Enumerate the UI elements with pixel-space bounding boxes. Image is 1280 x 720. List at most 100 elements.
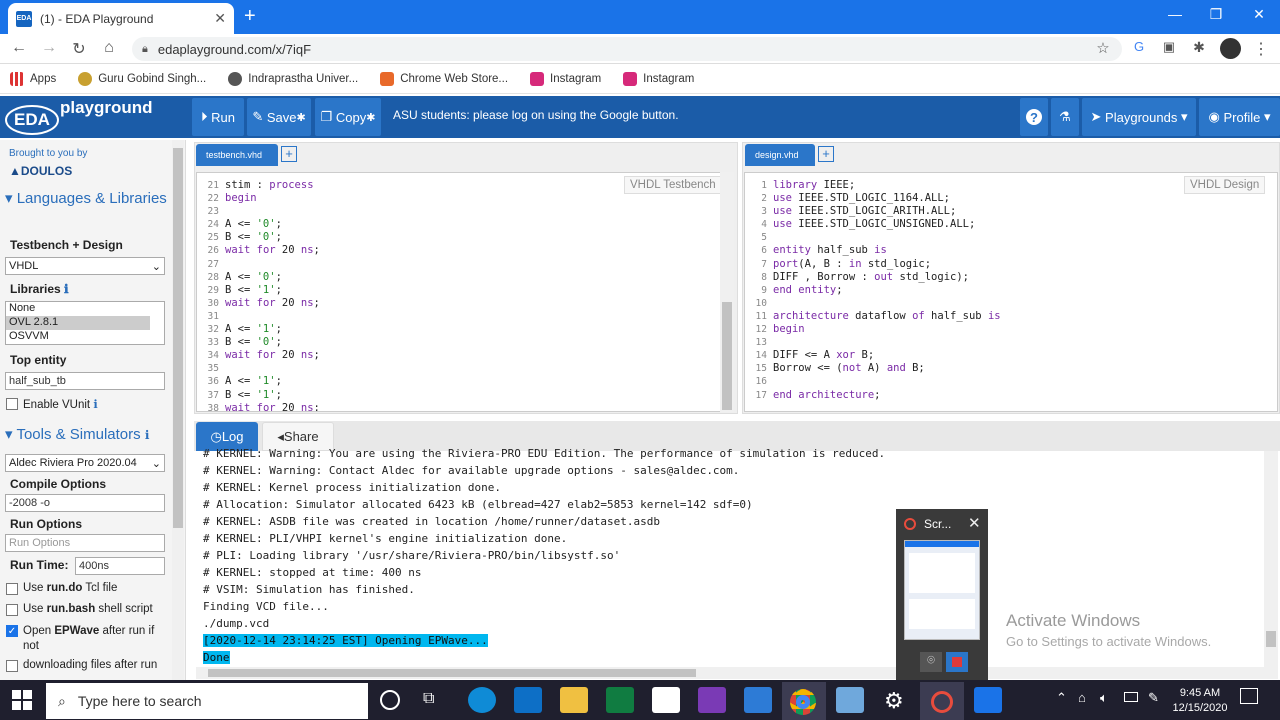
browser-tab[interactable]: EDA (1) - EDA Playground ✕ [8, 3, 234, 34]
cortana-icon[interactable] [380, 690, 400, 710]
forward-icon[interactable]: → [38, 39, 60, 57]
photos-icon[interactable] [744, 687, 772, 713]
scrollbar-thumb[interactable] [208, 669, 696, 677]
eda-playground-logo[interactable]: EDA playground [4, 98, 184, 136]
info-icon[interactable]: ℹ [64, 282, 69, 296]
add-file-icon[interactable]: + [281, 146, 297, 162]
bookmark-ggsipu[interactable]: Guru Gobind Singh... [78, 71, 206, 86]
mail-icon[interactable] [514, 687, 542, 713]
maximize-icon[interactable]: ❐ [1201, 6, 1231, 23]
sidebar-scrollbar[interactable] [172, 140, 184, 680]
library-option-selected[interactable]: OVL 2.8.1 [6, 316, 150, 330]
chrome-taskbar-button[interactable] [782, 682, 826, 720]
add-file-icon[interactable]: + [818, 146, 834, 162]
close-icon[interactable]: ✕ [968, 514, 981, 532]
battery-icon[interactable] [1124, 692, 1138, 702]
menu-kebab-icon[interactable]: ⋮ [1250, 39, 1272, 59]
network-icon[interactable]: ⌂ [1078, 690, 1086, 705]
doulos-logo[interactable]: ▲DOULOS [9, 164, 72, 178]
log-horizontal-scrollbar[interactable] [196, 667, 1278, 679]
enable-vunit-checkbox[interactable] [6, 398, 18, 410]
windows-start-icon[interactable] [12, 690, 32, 710]
close-tab-icon[interactable]: ✕ [214, 10, 226, 27]
code-line: 11 architecture dataflow of half_sub is [745, 310, 1277, 323]
scrollbar-thumb[interactable] [173, 148, 183, 528]
file-explorer-icon[interactable] [560, 687, 588, 713]
cast-icon[interactable]: ▣ [1158, 39, 1180, 55]
tools-section-header[interactable]: ▾ Tools & Simulators ℹ [5, 425, 149, 443]
copy-button[interactable]: ❐ Copy ✱ [315, 98, 381, 136]
window-close-icon[interactable]: ✕ [1244, 6, 1274, 23]
use-runbash-checkbox[interactable] [6, 604, 18, 616]
profile-avatar[interactable] [1220, 38, 1241, 59]
taskbar-search-box[interactable]: ⌕ Type here to search [46, 683, 368, 719]
new-tab-icon[interactable]: + [244, 5, 256, 28]
recording-thumbnail[interactable] [904, 540, 980, 640]
clock[interactable]: 9:45 AM 12/15/2020 [1172, 686, 1228, 716]
bookmark-indraprastha[interactable]: Indraprastha Univer... [228, 71, 358, 86]
run-button[interactable]: ⏵ Run [192, 98, 244, 136]
library-option[interactable]: None [6, 302, 164, 316]
simulator-select[interactable]: Aldec Riviera Pro 2020.04 ⌄ [5, 454, 165, 472]
bookmark-apps[interactable]: Apps [10, 71, 56, 86]
reload-icon[interactable]: ↻ [68, 39, 90, 59]
settings-gear-icon[interactable]: ⚙ [884, 688, 904, 714]
recorder-taskbar-button[interactable] [920, 682, 964, 720]
scrollbar-thumb[interactable] [722, 302, 732, 410]
onenote-icon[interactable] [698, 687, 726, 713]
caret-down-icon: ▾ [1260, 109, 1271, 124]
library-option[interactable]: OSVVM [6, 330, 164, 344]
translate-icon[interactable]: G [1128, 39, 1150, 54]
use-rundo-checkbox[interactable] [6, 583, 18, 595]
language-select[interactable]: VHDL ⌄ [5, 257, 165, 275]
log-line: # KERNEL: Warning: Contact Aldec for ava… [203, 464, 740, 477]
camera-icon[interactable]: ⌾ [920, 652, 942, 672]
info-icon[interactable]: ℹ [93, 399, 97, 411]
calculator-icon[interactable] [606, 687, 634, 713]
bookmark-webstore[interactable]: Chrome Web Store... [380, 71, 508, 86]
edge-icon[interactable] [468, 687, 496, 713]
extensions-icon[interactable]: ✱ [1188, 39, 1210, 56]
run-options-input[interactable]: Run Options [5, 534, 165, 552]
help-button[interactable]: ? [1020, 98, 1048, 136]
code-text: port(A, B : in std_logic; [773, 257, 932, 270]
playgrounds-menu[interactable]: ➤ Playgrounds ▾ [1082, 98, 1196, 136]
top-entity-input[interactable]: half_sub_tb [5, 372, 165, 390]
bookmark-star-icon[interactable]: ☆ [1092, 39, 1114, 57]
tab-testbench[interactable]: testbench.vhd [196, 144, 278, 166]
tray-chevron-icon[interactable]: ⌃ [1056, 690, 1067, 706]
app-icon[interactable] [836, 687, 864, 713]
bookmark-instagram-2[interactable]: Instagram [623, 71, 694, 86]
volume-icon[interactable]: 🔈︎ [1100, 690, 1108, 706]
bookmark-instagram-1[interactable]: Instagram [530, 71, 601, 86]
stop-recording-button[interactable] [946, 652, 968, 672]
tab-design[interactable]: design.vhd [745, 144, 815, 166]
open-epwave-checkbox[interactable]: ✓ [6, 625, 18, 637]
log-vertical-scrollbar[interactable] [1264, 451, 1278, 667]
languages-section-header[interactable]: ▾ Languages & Libraries [5, 191, 170, 207]
store-icon[interactable] [652, 687, 680, 713]
design-editor[interactable]: 1 library IEEE; 2 use IEEE.STD_LOGIC_1164.A… [744, 172, 1278, 412]
line-number: 14 [755, 350, 767, 362]
notifications-icon[interactable] [1240, 688, 1258, 704]
flask-button[interactable]: ⚗ [1051, 98, 1079, 136]
save-button[interactable]: ✎ Save ✱ [247, 98, 311, 136]
task-view-icon[interactable]: ⧉ [423, 690, 434, 708]
home-icon[interactable]: ⌂ [98, 39, 120, 57]
testbench-editor[interactable]: 21 stim : process 22 begin 23 24 A <= '0'; 25 B … [196, 172, 734, 412]
profile-menu[interactable]: ◉ Profile ▾ [1199, 98, 1280, 136]
compile-options-input[interactable]: -2008 -o [5, 494, 165, 512]
run-time-input[interactable]: 400ns [75, 557, 165, 575]
scrollbar-thumb[interactable] [1266, 631, 1276, 647]
libraries-listbox[interactable]: None OVL 2.8.1 OSVVM [5, 301, 165, 345]
url-omnibox[interactable]: 🔒︎ edaplayground.com/x/7iqF [132, 37, 1122, 61]
window-app-icon[interactable] [974, 687, 1002, 713]
testbench-scrollbar[interactable] [720, 172, 734, 412]
pen-icon[interactable]: ✎ [1148, 690, 1159, 706]
download-files-checkbox[interactable] [6, 660, 18, 672]
back-icon[interactable]: ← [8, 39, 30, 57]
info-icon[interactable]: ℹ [145, 428, 150, 442]
minimize-icon[interactable]: — [1160, 6, 1190, 22]
top-entity-label: Top entity [10, 353, 67, 367]
line-number: 7 [761, 258, 767, 270]
